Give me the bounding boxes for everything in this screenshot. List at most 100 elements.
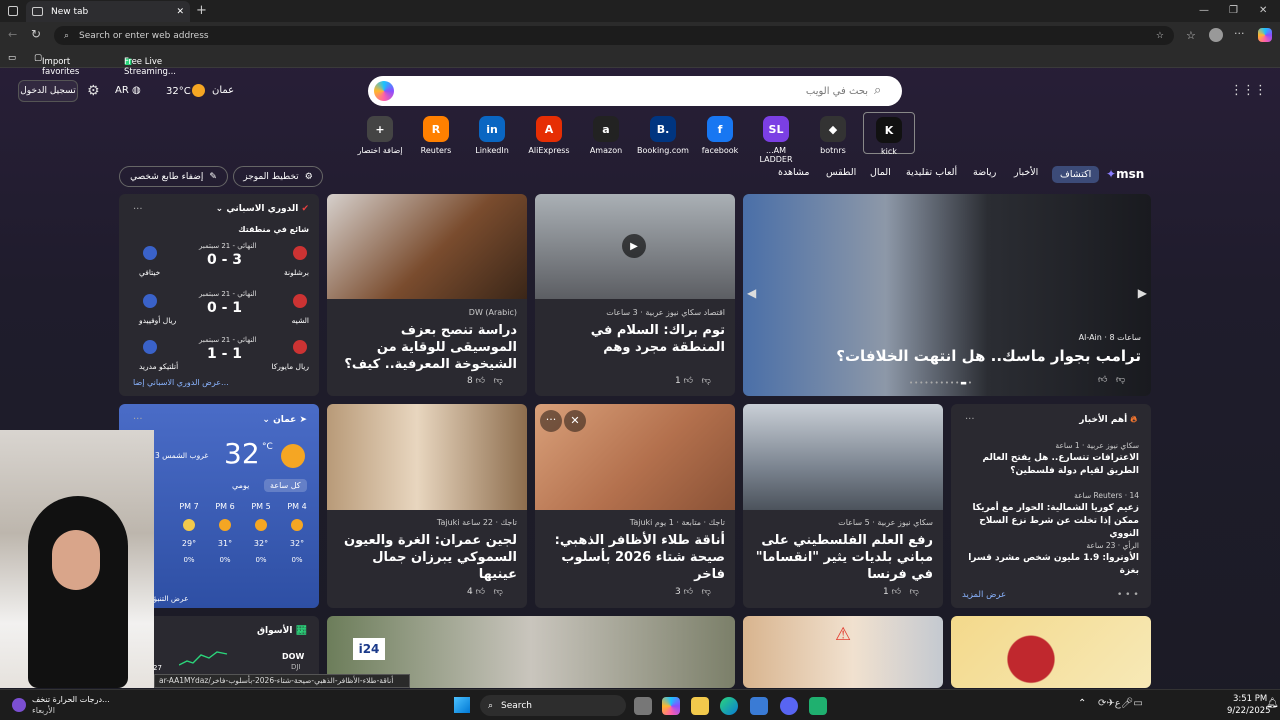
- task-view-icon[interactable]: [634, 697, 652, 715]
- weather-more-icon[interactable]: ···: [133, 412, 143, 425]
- play-icon[interactable]: ▶: [622, 234, 646, 258]
- card-title[interactable]: لجين عمران: الغرة والعيون السموكي يبرزان…: [337, 532, 517, 583]
- quick-link[interactable]: SL ...AM LADDER: [750, 116, 802, 164]
- news-card-nails[interactable]: ··· ✕ Tajuki تاجك · متابعة · 1 يوم أناقة…: [535, 404, 735, 608]
- carousel-dots[interactable]: ••••••••••▬•: [909, 379, 973, 387]
- markets-ticker[interactable]: DOW: [282, 652, 304, 661]
- url-input[interactable]: ⌕ Search or enter web address ☆: [54, 26, 1174, 45]
- tab-actions-icon[interactable]: [8, 6, 18, 16]
- nav-tab-money[interactable]: المال: [870, 167, 891, 178]
- quick-link[interactable]: R Reuters: [410, 116, 462, 155]
- news-card-flag[interactable]: سكاي نيوز عربية · 5 ساعات رفع العلم الفل…: [743, 404, 943, 608]
- taskbar-date[interactable]: 9/22/2025: [1227, 706, 1271, 716]
- import-favorites-link[interactable]: ▢ Import favorites: [34, 53, 79, 77]
- restore-icon[interactable]: ❐: [1229, 5, 1238, 16]
- more-menu-icon[interactable]: ···: [1234, 27, 1245, 40]
- card-reactions[interactable]: 1 👍︎ 👎︎: [883, 587, 919, 597]
- card-reactions[interactable]: 3 👍︎ 👎︎: [675, 587, 711, 597]
- taskbar-time[interactable]: 3:51 PM: [1233, 694, 1267, 704]
- card-reactions[interactable]: 4 👍︎ 👎︎: [467, 587, 503, 597]
- discord-icon[interactable]: [780, 697, 798, 715]
- app-icon[interactable]: [809, 697, 827, 715]
- top-news-item[interactable]: الرأي · 23 ساعة الأونروا: 1.9 مليون شخص م…: [961, 541, 1139, 578]
- nav-tab-news[interactable]: الأخبار: [1014, 167, 1038, 178]
- copilot-taskbar-icon[interactable]: [662, 697, 680, 715]
- quick-link[interactable]: f facebook: [694, 116, 746, 155]
- weather-hour[interactable]: PM 7 29° 0%: [174, 502, 204, 564]
- nav-tab-weather[interactable]: الطقس: [826, 167, 856, 178]
- store-icon[interactable]: [750, 697, 768, 715]
- tab-hourly[interactable]: كل ساعة: [264, 479, 307, 492]
- back-icon[interactable]: ←: [8, 28, 17, 41]
- settings-icon[interactable]: ⚙: [87, 83, 100, 99]
- quick-link[interactable]: A AliExpress: [523, 116, 575, 155]
- minimize-icon[interactable]: —: [1199, 5, 1209, 16]
- quick-link[interactable]: in LinkedIn: [466, 116, 518, 155]
- edge-icon[interactable]: [720, 697, 738, 715]
- new-tab-icon[interactable]: +: [196, 3, 207, 18]
- quick-link[interactable]: B. Booking.com: [637, 116, 689, 155]
- card-title[interactable]: توم براك: السلام في المنطقة مجرد وهم: [545, 322, 725, 356]
- layout-button[interactable]: تخطيط الموجز ⚙: [233, 166, 323, 187]
- top-news-item[interactable]: Reuters · 14 ساعة زعيم كوريا الشمالية: ال…: [961, 491, 1139, 541]
- tab-new[interactable]: New tab ✕: [26, 1, 190, 22]
- taskbar-weather-line1[interactable]: درجات الحرارة تنخف...: [32, 695, 110, 704]
- header-temperature[interactable]: 32°C: [166, 86, 191, 97]
- hero-next-icon[interactable]: ▶: [1138, 286, 1147, 300]
- login-button[interactable]: تسجيل الدخول: [18, 80, 78, 102]
- search-submit-icon[interactable]: ⌕: [874, 83, 881, 98]
- close-tab-icon[interactable]: ✕: [176, 7, 184, 17]
- news-card-pills[interactable]: [951, 616, 1151, 688]
- notification-bell-icon[interactable]: 🔔︎: [1266, 698, 1279, 709]
- favorites-icon[interactable]: ☆: [1186, 29, 1196, 42]
- profile-avatar[interactable]: [1209, 28, 1223, 42]
- weather-hour[interactable]: PM 6 31° 0%: [210, 502, 240, 564]
- refresh-icon[interactable]: ↻: [31, 27, 41, 41]
- hero-title[interactable]: ترامب بجوار ماسك.. هل انتهت الخلافات؟: [753, 348, 1141, 365]
- match-row[interactable]: النهائي - 21 سبتمبر 0 - 1 الشيه ريال أوفييد…: [129, 290, 309, 330]
- msn-logo[interactable]: ✦msn: [1106, 167, 1144, 181]
- weather-hour[interactable]: PM 5 32° 0%: [246, 502, 276, 564]
- collections-icon[interactable]: ▭: [8, 53, 16, 63]
- apps-grid-icon[interactable]: ⋮⋮⋮: [1230, 83, 1267, 98]
- card-title[interactable]: دراسة تنصح بعزف الموسيقى للوقاية من الشي…: [337, 322, 517, 373]
- header-city[interactable]: عمان: [212, 85, 234, 96]
- news-card-lujain[interactable]: Tajuki تاجك · 22 ساعة لجين عمران: الغرة …: [327, 404, 527, 608]
- card-title[interactable]: رفع العلم الفلسطيني على مباني بلديات يثي…: [753, 532, 933, 583]
- copilot-icon[interactable]: [1258, 28, 1272, 42]
- top-news-item[interactable]: سكاي نيوز عربية · 1 ساعة الاعترافات تتسار…: [961, 441, 1139, 478]
- close-window-icon[interactable]: ✕: [1259, 5, 1267, 16]
- quick-link[interactable]: + إضافة اختصار: [354, 116, 406, 155]
- nav-tab-discover[interactable]: اكتشاف: [1052, 166, 1100, 183]
- sports-league-title[interactable]: ⌄ الدوري الاسباني ✔: [216, 204, 309, 214]
- card-reactions[interactable]: 1 👍︎ 👎︎: [675, 376, 711, 386]
- hero-card-trump-musk[interactable]: ◀ ▶ Al-Ain · 8 ساعات ترامب بجوار ماسك.. …: [743, 194, 1151, 396]
- sports-more-icon[interactable]: ···: [133, 202, 143, 215]
- quick-link[interactable]: a Amazon: [580, 116, 632, 155]
- top-news-card[interactable]: ··· أهم الأخبار 🔥︎ سكاي نيوز عربية · 1 س…: [951, 404, 1151, 608]
- news-card-eggs[interactable]: ⚠︎: [743, 616, 943, 688]
- favorite-star-icon[interactable]: ☆: [1156, 31, 1164, 41]
- match-row[interactable]: النهائي - 21 سبتمبر 1 - 1 ريال مايوركا أتلت…: [129, 336, 309, 376]
- start-icon[interactable]: [454, 697, 470, 713]
- file-explorer-icon[interactable]: [691, 697, 709, 715]
- hero-reactions[interactable]: 👍︎ 👎︎: [1098, 375, 1125, 385]
- tray-icons[interactable]: ⟳✈︎ع🎤︎▭: [1098, 698, 1143, 709]
- hero-prev-icon[interactable]: ◀: [747, 286, 756, 300]
- nav-tab-sports[interactable]: رياضة: [973, 167, 996, 178]
- card-more-icon[interactable]: ···: [540, 410, 562, 432]
- language-selector[interactable]: AR ◍: [115, 85, 141, 96]
- top-news-more-link[interactable]: عرض المزيد: [962, 590, 1006, 600]
- weather-hour[interactable]: PM 4 32° 0%: [282, 502, 312, 564]
- web-search-input[interactable]: بحث في الويب: [368, 76, 902, 106]
- tab-daily[interactable]: يومي: [232, 481, 249, 490]
- card-dismiss-icon[interactable]: ✕: [564, 410, 586, 432]
- weather-city[interactable]: ⌄ عمان ➤: [262, 415, 307, 425]
- top-news-more-icon[interactable]: ···: [965, 412, 975, 425]
- nav-tab-games[interactable]: ألعاب تقليدية: [906, 167, 957, 178]
- taskbar-weather-icon[interactable]: [12, 698, 26, 712]
- sports-footer-link[interactable]: عرض الدوري الاسباني إضا...: [133, 378, 229, 387]
- card-reactions[interactable]: 8 👍︎ 👎︎: [467, 376, 503, 386]
- top-news-pager[interactable]: • • •: [1117, 590, 1139, 600]
- personalize-button[interactable]: إضفاء طابع شخصي ✎: [119, 166, 228, 187]
